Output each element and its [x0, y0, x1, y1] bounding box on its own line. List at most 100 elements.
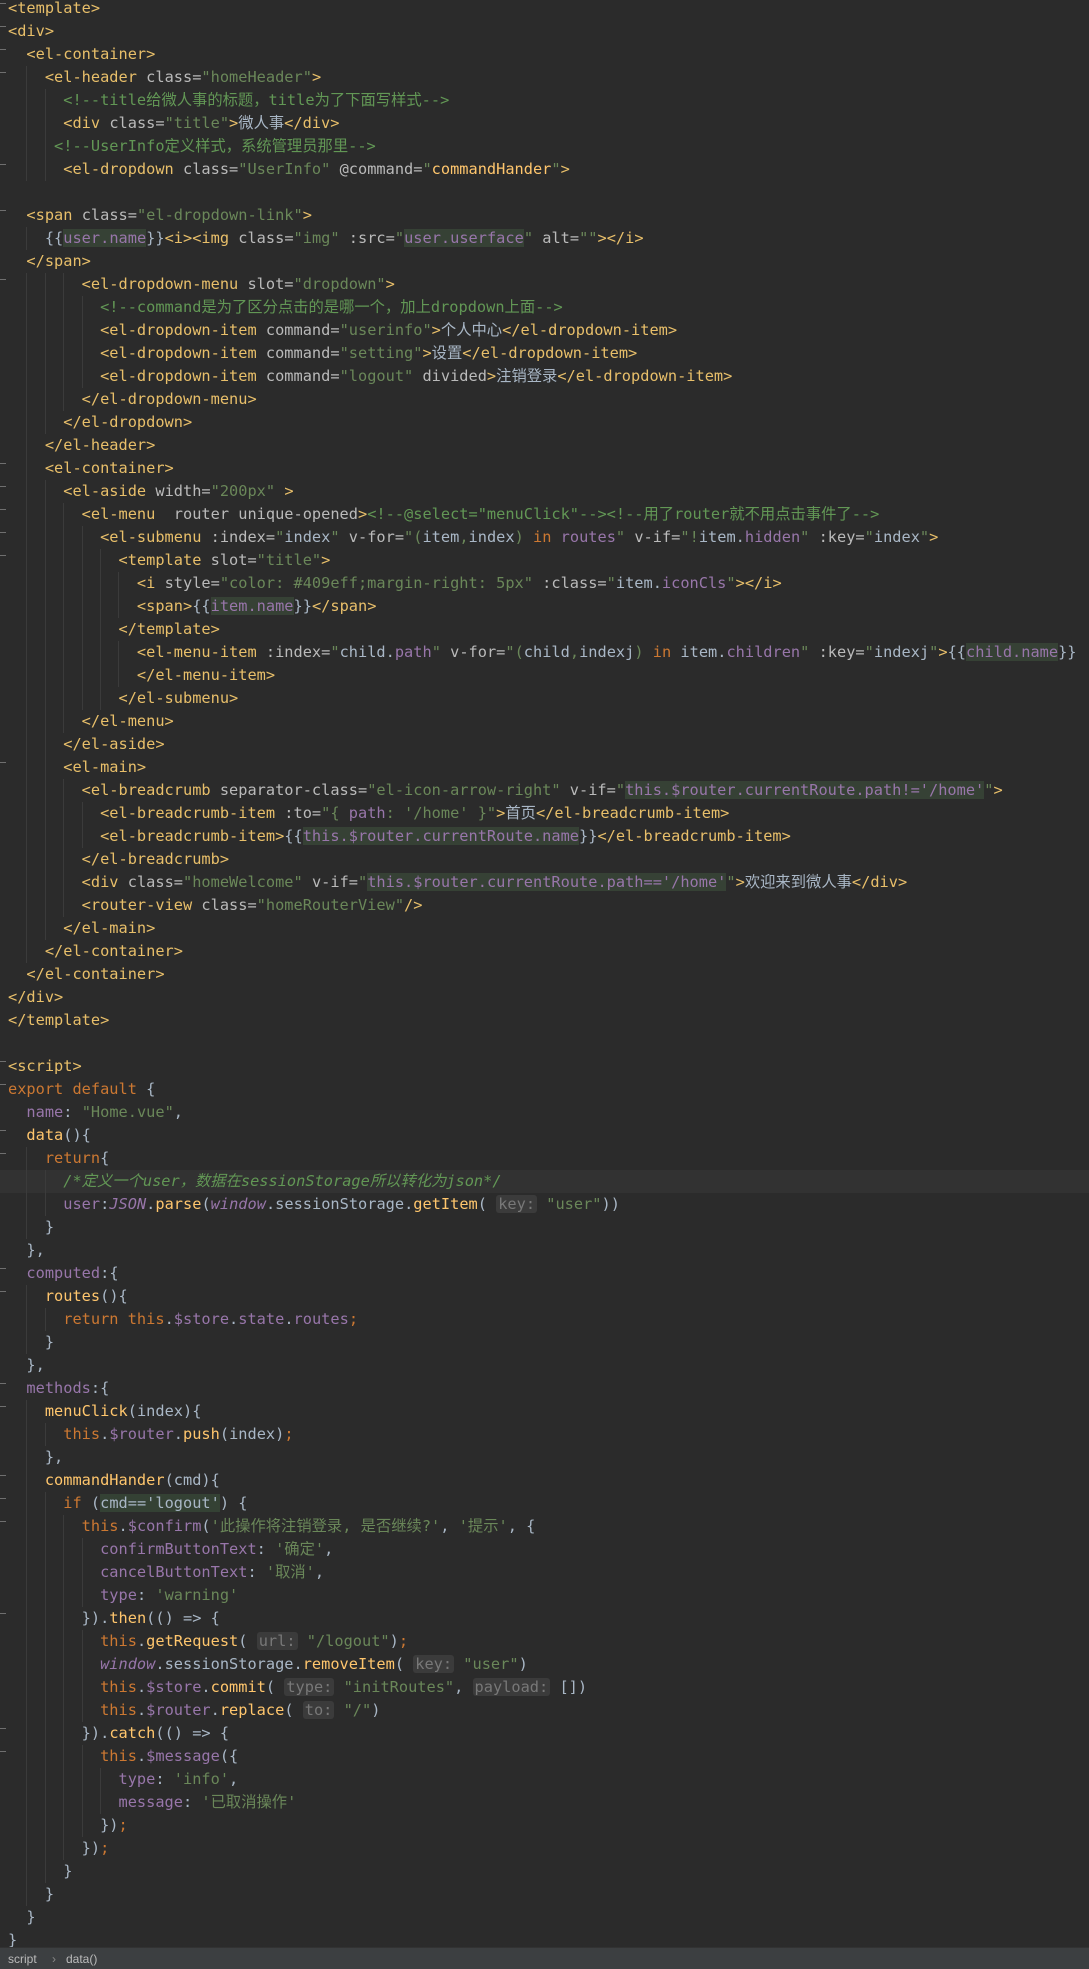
code-line[interactable]: <el-container> — [0, 457, 1089, 480]
code-line[interactable]: user:JSON.parse(window.sessionStorage.ge… — [0, 1193, 1089, 1216]
code-line[interactable]: cancelButtonText: '取消', — [0, 1561, 1089, 1584]
code-line[interactable]: <el-menu router unique-opened><!--@selec… — [0, 503, 1089, 526]
fold-marker-icon[interactable] — [0, 1291, 7, 1301]
code-line[interactable]: <router-view class="homeRouterView"/> — [0, 894, 1089, 917]
code-line[interactable]: }); — [0, 1814, 1089, 1837]
code-line[interactable]: <div class="homeWelcome" v-if="this.$rou… — [0, 871, 1089, 894]
fold-marker-icon[interactable] — [0, 210, 7, 220]
fold-marker-icon[interactable] — [0, 532, 7, 542]
code-line[interactable]: <div class="title">微人事</div> — [0, 112, 1089, 135]
code-line[interactable]: window.sessionStorage.removeItem( key: "… — [0, 1653, 1089, 1676]
code-line[interactable]: }).catch(() => { — [0, 1722, 1089, 1745]
code-line[interactable]: </el-dropdown> — [0, 411, 1089, 434]
fold-marker-icon[interactable] — [0, 762, 7, 772]
code-line[interactable]: </template> — [0, 618, 1089, 641]
code-line[interactable]: </div> — [0, 986, 1089, 1009]
code-line[interactable] — [0, 181, 1089, 204]
code-line[interactable]: <el-header class="homeHeader"> — [0, 66, 1089, 89]
code-line[interactable]: <template slot="title"> — [0, 549, 1089, 572]
breadcrumb-item-data[interactable]: data() — [66, 1951, 97, 1967]
code-line[interactable]: this.$message({ — [0, 1745, 1089, 1768]
code-line[interactable]: type: 'warning' — [0, 1584, 1089, 1607]
code-line[interactable]: type: 'info', — [0, 1768, 1089, 1791]
code-line[interactable]: confirmButtonText: '确定', — [0, 1538, 1089, 1561]
fold-marker-icon[interactable] — [0, 1153, 7, 1163]
code-line[interactable] — [0, 1032, 1089, 1055]
code-line[interactable]: <el-container> — [0, 43, 1089, 66]
code-line[interactable]: }, — [0, 1354, 1089, 1377]
code-line[interactable]: <span>{{item.name}}</span> — [0, 595, 1089, 618]
code-line[interactable]: {{user.name}}<i><img class="img" :src="u… — [0, 227, 1089, 250]
fold-marker-icon[interactable] — [0, 1521, 7, 1531]
code-line[interactable]: </el-breadcrumb> — [0, 848, 1089, 871]
code-editor[interactable]: <template> <div> <el-container> <el-heade… — [0, 0, 1089, 1947]
fold-marker-icon[interactable] — [0, 1061, 7, 1071]
code-line[interactable]: </el-menu> — [0, 710, 1089, 733]
code-line[interactable]: <el-breadcrumb-item>{{this.$router.curre… — [0, 825, 1089, 848]
code-line[interactable]: </el-container> — [0, 963, 1089, 986]
code-line[interactable]: } — [0, 1331, 1089, 1354]
code-line[interactable]: <script> — [0, 1055, 1089, 1078]
code-line[interactable]: <el-dropdown-item command="logout" divid… — [0, 365, 1089, 388]
breadcrumb-item-script[interactable]: script — [8, 1951, 37, 1967]
code-line[interactable]: return{ — [0, 1147, 1089, 1170]
code-line[interactable]: <div> — [0, 20, 1089, 43]
fold-marker-icon[interactable] — [0, 1084, 7, 1094]
code-line[interactable]: } — [0, 1216, 1089, 1239]
code-line[interactable]: <el-menu-item :index="child.path" v-for=… — [0, 641, 1089, 664]
code-line[interactable]: <span class="el-dropdown-link"> — [0, 204, 1089, 227]
fold-marker-icon[interactable] — [0, 1475, 7, 1485]
code-line[interactable]: </span> — [0, 250, 1089, 273]
fold-marker-icon[interactable] — [0, 509, 7, 519]
code-line[interactable]: this.$router.replace( to: "/") — [0, 1699, 1089, 1722]
fold-marker-icon[interactable] — [0, 555, 7, 565]
fold-marker-icon[interactable] — [0, 1268, 7, 1278]
code-line[interactable]: computed:{ — [0, 1262, 1089, 1285]
code-line[interactable]: <el-main> — [0, 756, 1089, 779]
code-line[interactable]: commandHander(cmd){ — [0, 1469, 1089, 1492]
fold-marker-icon[interactable] — [0, 3, 7, 13]
code-line[interactable]: <el-breadcrumb-item :to="{ path: '/home'… — [0, 802, 1089, 825]
fold-marker-icon[interactable] — [0, 1406, 7, 1416]
fold-marker-icon[interactable] — [0, 164, 7, 174]
code-line[interactable]: }); — [0, 1837, 1089, 1860]
code-line[interactable]: }).then(() => { — [0, 1607, 1089, 1630]
code-line[interactable]: }, — [0, 1239, 1089, 1262]
code-line[interactable]: export default { — [0, 1078, 1089, 1101]
code-line[interactable]: <!--UserInfo定义样式，系统管理员那里--> — [0, 135, 1089, 158]
code-line[interactable]: </el-submenu> — [0, 687, 1089, 710]
code-line[interactable]: routes(){ — [0, 1285, 1089, 1308]
fold-marker-icon[interactable] — [0, 26, 7, 36]
code-line[interactable]: <el-dropdown-item command="userinfo">个人中… — [0, 319, 1089, 342]
code-line[interactable]: </el-dropdown-menu> — [0, 388, 1089, 411]
code-line[interactable]: data(){ — [0, 1124, 1089, 1147]
fold-marker-icon[interactable] — [0, 1728, 7, 1738]
fold-marker-icon[interactable] — [0, 486, 7, 496]
code-line[interactable]: if (cmd=='logout') { — [0, 1492, 1089, 1515]
code-line[interactable]: this.$router.push(index); — [0, 1423, 1089, 1446]
code-line[interactable]: <el-dropdown class="UserInfo" @command="… — [0, 158, 1089, 181]
code-line[interactable]: } — [0, 1860, 1089, 1883]
code-line[interactable]: <!--title给微人事的标题，title为了下面写样式--> — [0, 89, 1089, 112]
code-line[interactable]: methods:{ — [0, 1377, 1089, 1400]
code-line[interactable]: this.$confirm('此操作将注销登录, 是否继续?', '提示', { — [0, 1515, 1089, 1538]
code-line[interactable]: message: '已取消操作' — [0, 1791, 1089, 1814]
code-line[interactable]: } — [0, 1906, 1089, 1929]
code-line[interactable]: </el-menu-item> — [0, 664, 1089, 687]
fold-marker-icon[interactable] — [0, 1613, 7, 1623]
code-line[interactable]: </el-container> — [0, 940, 1089, 963]
code-line[interactable]: name: "Home.vue", — [0, 1101, 1089, 1124]
code-line[interactable]: <el-dropdown-item command="setting">设置</… — [0, 342, 1089, 365]
fold-marker-icon[interactable] — [0, 49, 7, 59]
code-line[interactable]: </el-aside> — [0, 733, 1089, 756]
code-line[interactable]: <el-submenu :index="index" v-for="(item,… — [0, 526, 1089, 549]
code-line[interactable]: <!--command是为了区分点击的是哪一个，加上dropdown上面--> — [0, 296, 1089, 319]
code-line[interactable]: <template> — [0, 0, 1089, 20]
code-line[interactable]: /*定义一个user，数据在sessionStorage所以转化为json*/ — [0, 1170, 1089, 1193]
code-line[interactable]: return this.$store.state.routes; — [0, 1308, 1089, 1331]
code-line[interactable]: menuClick(index){ — [0, 1400, 1089, 1423]
fold-marker-icon[interactable] — [0, 1383, 7, 1393]
fold-marker-icon[interactable] — [0, 1498, 7, 1508]
code-line[interactable]: } — [0, 1929, 1089, 1947]
code-line[interactable]: </el-main> — [0, 917, 1089, 940]
